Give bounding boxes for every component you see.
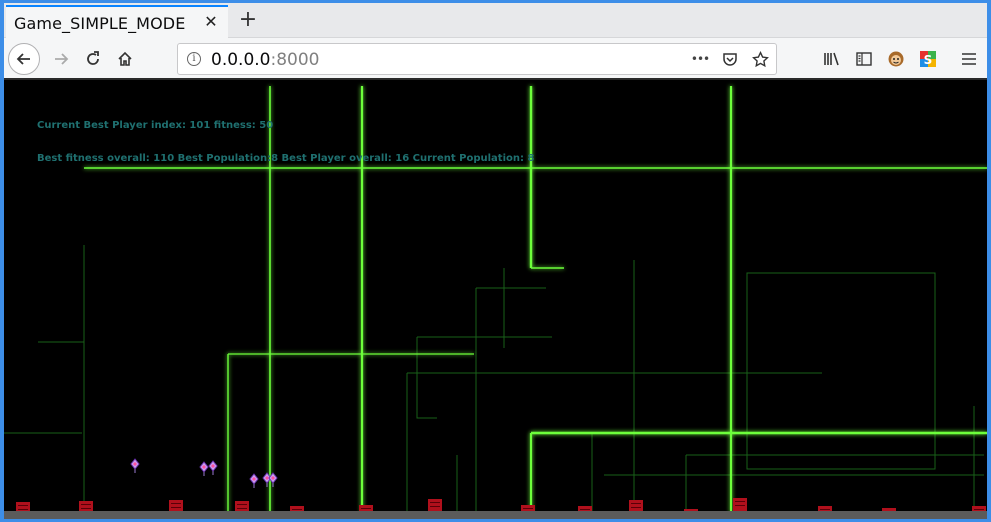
sidebar-icon[interactable] bbox=[851, 44, 877, 74]
obstacle-block bbox=[169, 500, 183, 511]
obstacle-stripe bbox=[430, 506, 440, 507]
obstacle-stripe bbox=[292, 509, 302, 510]
back-icon bbox=[16, 53, 30, 65]
tab-active[interactable]: Game_SIMPLE_MODE ✕ bbox=[6, 5, 228, 39]
hamburger-menu-icon[interactable] bbox=[956, 44, 982, 74]
tab-close-icon[interactable]: ✕ bbox=[202, 13, 220, 31]
page-actions-icon[interactable]: ••• bbox=[690, 49, 710, 69]
new-tab-button[interactable]: + bbox=[236, 7, 260, 33]
svg-text:S: S bbox=[924, 53, 933, 67]
forward-button[interactable] bbox=[46, 44, 76, 74]
reload-button[interactable] bbox=[78, 44, 108, 74]
obstacle-stripe bbox=[974, 509, 984, 510]
back-button[interactable] bbox=[8, 43, 40, 75]
obstacle-stripe bbox=[523, 508, 533, 509]
url-bar[interactable]: i 0.0.0.0:8000 ••• bbox=[177, 43, 777, 75]
browser-window: Game_SIMPLE_MODE ✕ + i 0.0.0.0:8000 ••• … bbox=[0, 0, 991, 522]
tab-title: Game_SIMPLE_MODE bbox=[14, 13, 186, 33]
extension-s-icon[interactable]: S bbox=[915, 44, 941, 74]
nav-bar: i 0.0.0.0:8000 ••• S bbox=[4, 39, 987, 79]
library-icon[interactable] bbox=[819, 44, 845, 74]
info-icon[interactable]: i bbox=[187, 52, 201, 66]
reload-icon bbox=[87, 51, 99, 65]
bookmark-star-icon[interactable] bbox=[750, 49, 770, 69]
url-port: :8000 bbox=[270, 50, 320, 70]
tab-bar: Game_SIMPLE_MODE ✕ + bbox=[4, 3, 987, 39]
obstacle-stripe bbox=[81, 504, 91, 505]
obstacle-stripe bbox=[18, 509, 28, 510]
obstacle-block bbox=[428, 499, 442, 511]
game-canvas[interactable]: Current Best Player index: 101 fitness: … bbox=[4, 78, 987, 511]
obstacle-stripe bbox=[580, 509, 590, 510]
toolbar-right: S bbox=[819, 44, 941, 74]
obstacle-stripe bbox=[631, 503, 641, 504]
obstacle-stripe bbox=[735, 501, 745, 502]
home-button[interactable] bbox=[110, 44, 140, 74]
obstacle-block bbox=[235, 501, 249, 511]
extension-monkey-icon[interactable] bbox=[883, 44, 909, 74]
url-actions: ••• bbox=[690, 49, 770, 69]
obstacle-stripe bbox=[820, 509, 830, 510]
obstacle-stripe bbox=[361, 508, 371, 509]
obstacle-stripe bbox=[631, 507, 641, 508]
obstacle-block bbox=[629, 500, 643, 511]
forward-icon bbox=[55, 53, 69, 65]
url-host: 0.0.0.0 bbox=[211, 50, 271, 70]
obstacle-stripe bbox=[237, 508, 247, 509]
obstacle-block bbox=[733, 498, 747, 511]
game-floor bbox=[4, 511, 987, 519]
obstacle-stripe bbox=[735, 505, 745, 506]
url-text[interactable]: 0.0.0.0:8000 bbox=[211, 50, 319, 70]
pocket-icon[interactable] bbox=[720, 49, 740, 69]
hud-current-best: Current Best Player index: 101 fitness: … bbox=[37, 120, 274, 131]
obstacle-stripe bbox=[430, 502, 440, 503]
obstacle-stripe bbox=[81, 508, 91, 509]
obstacle-stripe bbox=[18, 505, 28, 506]
obstacle-stripe bbox=[171, 507, 181, 508]
browser-chrome: Game_SIMPLE_MODE ✕ + i 0.0.0.0:8000 ••• … bbox=[4, 3, 987, 81]
game-scene bbox=[4, 80, 987, 511]
hud-overall: Best fitness overall: 110 Best Populatio… bbox=[37, 153, 535, 164]
obstacle-stripe bbox=[171, 503, 181, 504]
obstacle-stripe bbox=[237, 504, 247, 505]
home-icon bbox=[118, 51, 132, 66]
obstacle-block bbox=[79, 501, 93, 511]
